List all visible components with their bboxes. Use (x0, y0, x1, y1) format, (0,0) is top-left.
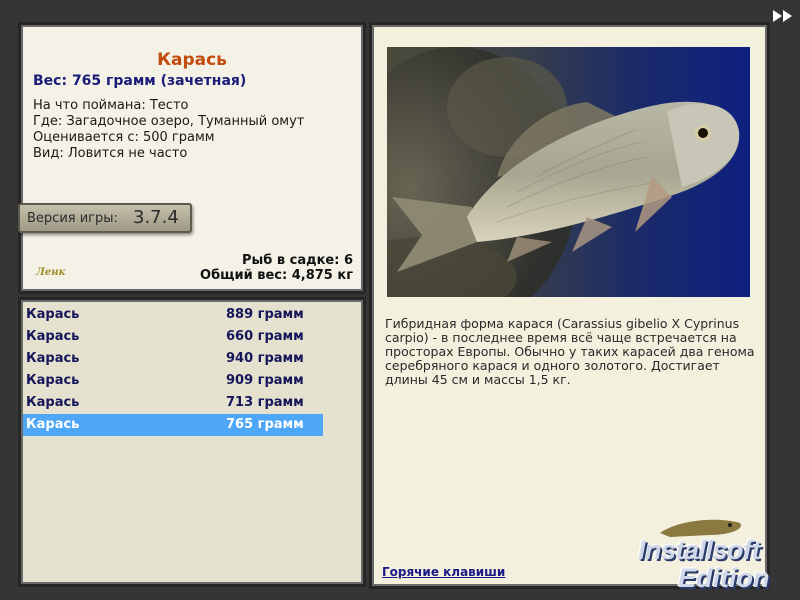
list-item[interactable]: Карась 909 грамм (23, 370, 323, 392)
location-info: Где: Загадочное озеро, Туманный омут (33, 114, 305, 129)
keepnet-count: Рыб в садке: 6 (241, 253, 353, 268)
installsoft-edition-logo: Installsoft Edition (630, 515, 798, 597)
list-item[interactable]: Карась 765 грамм (23, 414, 323, 436)
version-number: 3.7.4 (133, 207, 179, 228)
catch-weight: 660 грамм (226, 329, 304, 344)
app-window: Карась Вес: 765 грамм (зачетная) На что … (0, 0, 800, 600)
catch-name: Карась (26, 329, 80, 344)
list-item[interactable]: Карась 660 грамм (23, 326, 323, 348)
catch-name: Карась (26, 417, 80, 432)
game-version-badge: Версия игры: 3.7.4 (18, 203, 192, 233)
total-weight: Общий вес: 4,875 кг (200, 268, 353, 283)
brand-line-2: Edition (678, 563, 770, 593)
small-logo: Ленк (36, 267, 66, 278)
valued-from-info: Оценивается с: 500 грамм (33, 130, 215, 145)
list-item[interactable]: Карась 713 грамм (23, 392, 323, 414)
catch-weight: 713 грамм (226, 395, 304, 410)
catch-weight: 765 грамм (226, 417, 304, 432)
fish-info-panel: Карась Вес: 765 грамм (зачетная) На что … (18, 22, 366, 294)
catch-weight: 889 грамм (226, 307, 304, 322)
catch-name: Карась (26, 373, 80, 388)
version-label: Версия игры: (27, 211, 118, 226)
fish-description: Гибридная форма карася (Carassius gibeli… (385, 316, 755, 387)
fast-forward-icon[interactable] (771, 8, 795, 24)
catch-name: Карась (26, 351, 80, 366)
fish-photo (387, 47, 750, 297)
catch-weight: 909 грамм (226, 373, 304, 388)
catch-name: Карась (26, 395, 80, 410)
catch-weight: 940 грамм (226, 351, 304, 366)
brand-line-1: Installsoft (638, 535, 761, 565)
bait-info: На что поймана: Тесто (33, 98, 189, 113)
catch-list: Карась 889 грамм Карась 660 грамм Карась… (23, 304, 323, 436)
hotkeys-link[interactable]: Горячие клавиши (382, 565, 505, 579)
fish-detail-panel: Гибридная форма карася (Carassius gibeli… (369, 22, 770, 589)
list-item[interactable]: Карась 940 грамм (23, 348, 323, 370)
list-item[interactable]: Карась 889 грамм (23, 304, 323, 326)
catch-name: Карась (26, 307, 80, 322)
fish-name-title: Карась (157, 50, 227, 70)
fish-weight: Вес: 765 грамм (зачетная) (33, 73, 247, 89)
frequency-info: Вид: Ловится не часто (33, 146, 188, 161)
catch-list-panel: Карась 889 грамм Карась 660 грамм Карась… (18, 297, 366, 587)
